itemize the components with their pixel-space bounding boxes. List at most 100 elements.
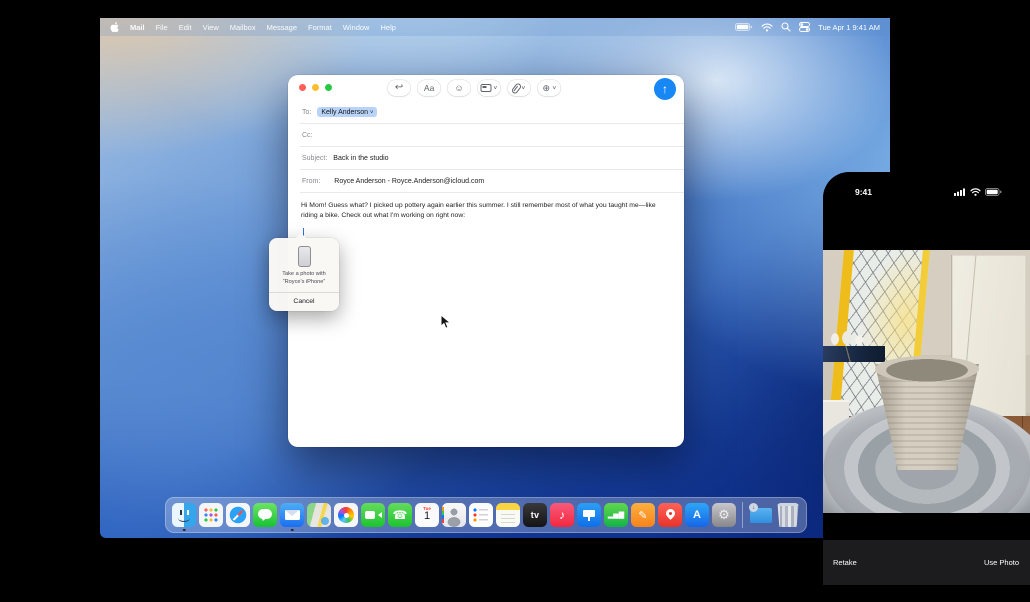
messages-icon (253, 503, 277, 527)
menu-mailbox[interactable]: Mailbox (230, 23, 256, 32)
dock-trash[interactable] (776, 503, 800, 527)
dock-mail[interactable] (280, 503, 304, 527)
wifi-icon[interactable] (761, 23, 773, 32)
format-icon[interactable]: Aa (418, 80, 441, 96)
dock-divider (742, 502, 743, 528)
chevron-down-icon: ∨ (551, 85, 556, 91)
insert-media-icon[interactable]: ⊕∨ (538, 80, 561, 96)
reminders-icon (469, 503, 493, 527)
dock-appstore[interactable]: A (685, 503, 709, 527)
subject-label: Subject: (302, 155, 327, 162)
dock-finder[interactable] (172, 503, 196, 527)
cancel-button[interactable]: Cancel (269, 293, 339, 311)
dock-facetime[interactable] (361, 503, 385, 527)
dock-appletv[interactable]: tv (523, 503, 547, 527)
menu-items: Mail File Edit View Mailbox Message Format Wind… (110, 22, 396, 33)
chevron-down-icon: ∨ (369, 109, 374, 115)
numbers-icon: ▂▅▇ (604, 503, 628, 527)
to-label: To: (302, 109, 311, 116)
cellular-signal-icon (954, 183, 966, 201)
calendar-icon: Tue1 (415, 503, 439, 527)
dock-photos[interactable] (334, 503, 358, 527)
message-body[interactable]: Hi Mom! Guess what? I picked up pottery … (288, 193, 684, 237)
dock-reminders[interactable] (469, 503, 493, 527)
close-button[interactable] (299, 84, 306, 91)
dock-safari[interactable] (226, 503, 250, 527)
send-button[interactable]: ↑ (654, 78, 676, 100)
dock-calendar[interactable]: Tue1 (415, 503, 439, 527)
dock-rocket[interactable] (658, 503, 682, 527)
iphone-status-bar: 9:41 (823, 183, 1030, 201)
menu-message[interactable]: Message (267, 23, 297, 32)
subject-field-row[interactable]: Subject: Back in the studio (288, 147, 684, 169)
dock-keynote[interactable] (577, 503, 601, 527)
search-icon[interactable] (781, 22, 791, 32)
chevron-down-icon: ∨ (521, 85, 526, 91)
rocket-icon (658, 503, 682, 527)
menu-mail[interactable]: Mail (130, 23, 145, 32)
menu-edit[interactable]: Edit (179, 23, 192, 32)
menu-file[interactable]: File (156, 23, 168, 32)
battery-icon (985, 183, 1002, 201)
dock-numbers[interactable]: ▂▅▇ (604, 503, 628, 527)
dock-pages[interactable]: ✎ (631, 503, 655, 527)
window-titlebar[interactable]: ↩Aa☺∨∨⊕∨ ↑ (288, 75, 684, 101)
photos-icon (334, 503, 358, 527)
from-label: From: (302, 178, 320, 185)
dock-messages[interactable] (253, 503, 277, 527)
undo-icon[interactable]: ↩ (388, 80, 411, 96)
dock-contacts[interactable] (442, 503, 466, 527)
menu-help[interactable]: Help (380, 23, 395, 32)
zoom-button[interactable] (325, 84, 332, 91)
send-arrow-icon: ↑ (662, 82, 668, 96)
attachment-icon[interactable]: ∨ (508, 80, 531, 96)
clay-bowl (875, 356, 979, 470)
dock-launchpad[interactable] (199, 503, 223, 527)
retake-button[interactable]: Retake (833, 558, 857, 567)
facetime-icon (361, 503, 385, 527)
settings-icon: ⚙ (712, 503, 736, 527)
maps-icon (307, 503, 331, 527)
iphone-camera-screen: 9:41 (823, 172, 1030, 602)
use-photo-button[interactable]: Use Photo (984, 558, 1019, 567)
camera-action-bar: Retake Use Photo (823, 540, 1030, 585)
running-indicator (183, 529, 186, 532)
dock-music[interactable]: ♪ (550, 503, 574, 527)
dock-settings[interactable]: ⚙ (712, 503, 736, 527)
menu-bar: Mail File Edit View Mailbox Message Format Wind… (100, 18, 890, 36)
wifi-icon (970, 183, 981, 201)
finder-icon (172, 503, 196, 527)
apple-menu-icon[interactable] (110, 22, 119, 33)
iphone-clock: 9:41 (855, 187, 872, 197)
menu-format[interactable]: Format (308, 23, 332, 32)
minimize-button[interactable] (312, 84, 319, 91)
chevron-down-icon: ∨ (493, 85, 498, 91)
mail-icon (280, 503, 304, 527)
dock-downloads[interactable]: ↓ (749, 503, 773, 527)
message-text: Hi Mom! Guess what? I picked up pottery … (301, 201, 669, 220)
safari-icon (226, 503, 250, 527)
to-field-row[interactable]: To: Kelly Anderson ∨ (288, 101, 684, 123)
popover-text-line2: “Royce's iPhone” (269, 279, 339, 287)
launchpad-icon (199, 503, 223, 527)
running-indicator (291, 529, 294, 532)
dock-notes[interactable] (496, 503, 520, 527)
emoji-icon[interactable]: ☺ (448, 80, 471, 96)
appletv-icon: tv (523, 503, 547, 527)
battery-icon[interactable] (735, 23, 753, 32)
control-center-icon[interactable] (799, 22, 810, 32)
cc-field-row[interactable]: Cc: (288, 124, 684, 146)
subject-value: Back in the studio (333, 155, 388, 162)
recipient-token[interactable]: Kelly Anderson ∨ (317, 107, 377, 117)
dock-maps[interactable] (307, 503, 331, 527)
mail-compose-window: ↩Aa☺∨∨⊕∨ ↑ To: Kelly Anderson ∨ Cc: Subj… (288, 75, 684, 447)
pages-icon: ✎ (631, 503, 655, 527)
menu-clock[interactable]: Tue Apr 1 9:41 AM (818, 23, 880, 32)
dock-phone[interactable]: ☎ (388, 503, 412, 527)
from-field-row[interactable]: From: Royce Anderson - Royce.Anderson@ic… (288, 170, 684, 192)
iphone-icon (298, 246, 311, 267)
recipient-name: Kelly Anderson (321, 109, 368, 116)
menu-window[interactable]: Window (343, 23, 370, 32)
menu-view[interactable]: View (203, 23, 219, 32)
header-fields-icon[interactable]: ∨ (478, 80, 501, 96)
